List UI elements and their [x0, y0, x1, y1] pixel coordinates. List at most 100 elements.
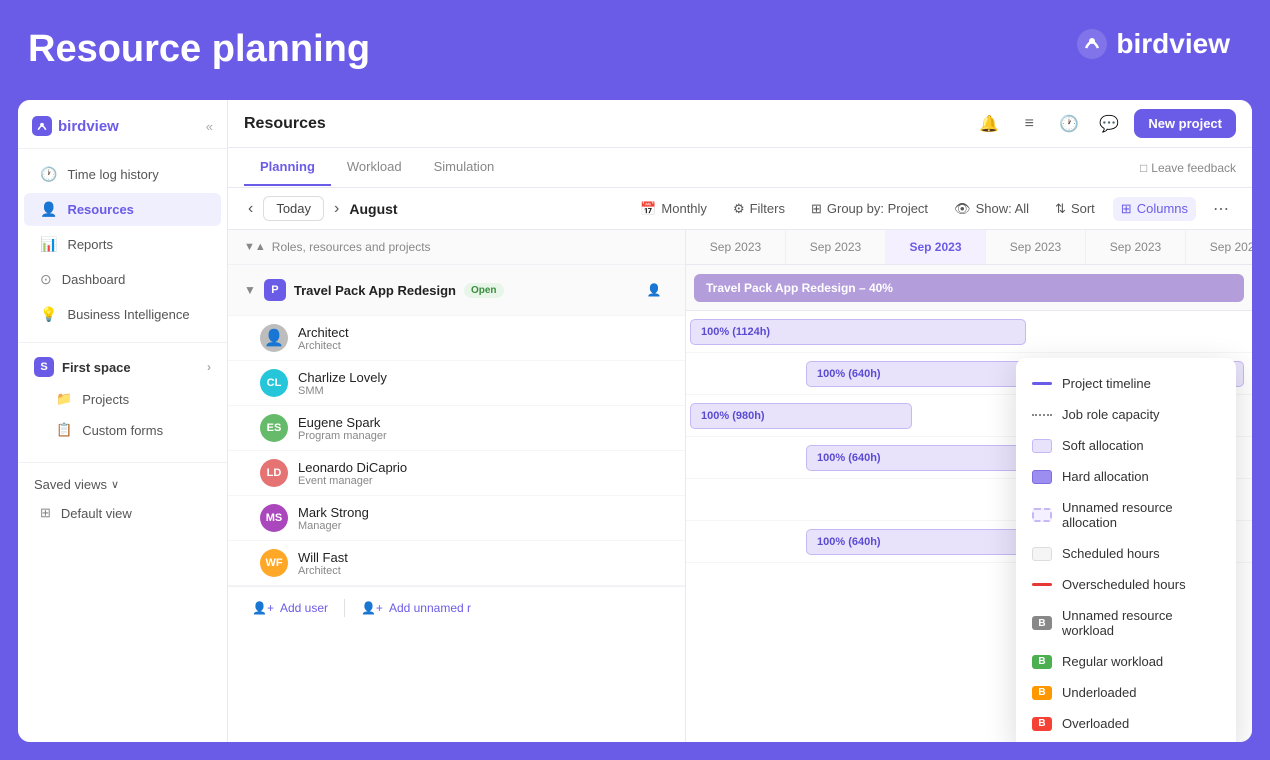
- project-row[interactable]: ▼ P Travel Pack App Redesign Open 👤: [228, 265, 685, 316]
- filter-icon: ⚙: [733, 201, 745, 217]
- project-status-badge: Open: [464, 283, 504, 298]
- es-bar-label: 100% (980h): [701, 410, 765, 422]
- arch-bar-label: 100% (1124h): [701, 326, 770, 338]
- resource-role-ld: Event manager: [298, 475, 669, 487]
- clock-btn[interactable]: 🕐: [1054, 109, 1084, 139]
- tabs-bar: Planning Workload Simulation □ Leave fee…: [228, 148, 1252, 188]
- add-unnamed-btn[interactable]: 👤+ Add unnamed r: [353, 597, 479, 619]
- project-bar-label: Travel Pack App Redesign – 40%: [706, 281, 893, 295]
- projects-icon: 📁: [56, 391, 72, 407]
- sidebar-item-projects[interactable]: 📁 Projects: [24, 384, 221, 414]
- top-right-logo: birdview: [1076, 28, 1230, 60]
- avatar-cl: CL: [260, 369, 288, 397]
- job-role-capacity-legend-icon: [1032, 414, 1052, 416]
- columns-btn[interactable]: ⊞ Columns: [1113, 197, 1196, 221]
- sidebar-item-custom-forms[interactable]: 📋 Custom forms: [24, 415, 221, 445]
- prev-btn[interactable]: ‹: [244, 196, 257, 222]
- resource-row-ms[interactable]: MS Mark Strong Manager: [228, 496, 685, 541]
- top-bar: Resources 🔔 ≡ 🕐 💬 New project: [228, 100, 1252, 148]
- avatar-wf: WF: [260, 549, 288, 577]
- bi-icon: 💡: [40, 306, 57, 323]
- show-btn[interactable]: 👁 Show: All: [946, 197, 1037, 221]
- resource-row-ld[interactable]: LD Leonardo DiCaprio Event manager: [228, 451, 685, 496]
- dropdown-item-unnamed-resource-workload[interactable]: B Unnamed resource workload: [1016, 600, 1236, 646]
- resource-row-wf[interactable]: WF Will Fast Architect: [228, 541, 685, 586]
- new-project-button[interactable]: New project: [1134, 109, 1236, 138]
- resource-row-arch[interactable]: 👤 Architect Architect: [228, 316, 685, 361]
- next-btn[interactable]: ›: [330, 196, 343, 222]
- birdview-logo-text: birdview: [1116, 28, 1230, 60]
- dropdown-item-job-role-capacity[interactable]: Job role capacity: [1016, 399, 1236, 430]
- sidebar-collapse-btn[interactable]: «: [206, 119, 213, 134]
- sidebar: birdview « 🕐 Time log history 👤 Resource…: [18, 100, 228, 742]
- resource-role-wf: Architect: [298, 565, 669, 577]
- sidebar-item-resources[interactable]: 👤 Resources: [24, 193, 221, 226]
- birdview-logo-icon: [1076, 28, 1108, 60]
- more-options-btn[interactable]: ⋯: [1206, 194, 1236, 224]
- content-area: ▼▲ Roles, resources and projects ▼ P Tra…: [228, 230, 1252, 742]
- project-icon: P: [264, 279, 286, 301]
- cl-bar-label: 100% (640h): [817, 368, 881, 380]
- avatar-arch: 👤: [260, 324, 288, 352]
- expand-icon: ▼▲: [244, 241, 266, 253]
- dropdown-item-overscheduled-hours[interactable]: Overscheduled hours: [1016, 569, 1236, 600]
- resource-info-cl: Charlize Lovely SMM: [298, 370, 669, 397]
- arch-bar[interactable]: 100% (1124h): [690, 319, 1026, 345]
- dropdown-item-overscheduled-hours-label: Overscheduled hours: [1062, 577, 1220, 592]
- sidebar-item-time-log-label: Time log history: [67, 167, 158, 182]
- filters-label: Filters: [750, 201, 785, 216]
- sidebar-item-reports[interactable]: 📊 Reports: [24, 228, 221, 261]
- resource-row-es[interactable]: ES Eugene Spark Program manager: [228, 406, 685, 451]
- default-view-label: Default view: [61, 506, 132, 521]
- dropdown-item-unnamed-resource-allocation[interactable]: Unnamed resource allocation: [1016, 492, 1236, 538]
- tab-simulation[interactable]: Simulation: [418, 149, 511, 186]
- filters-btn[interactable]: ⚙ Filters: [725, 197, 793, 221]
- dropdown-item-overloaded-label: Overloaded: [1062, 716, 1220, 731]
- resource-name-cl: Charlize Lovely: [298, 370, 669, 385]
- sort-icon: ⇅: [1055, 201, 1066, 217]
- tab-planning[interactable]: Planning: [244, 149, 331, 186]
- sidebar-first-space[interactable]: S First space ›: [18, 351, 227, 383]
- menu-btn[interactable]: ≡: [1014, 109, 1044, 139]
- calendar-icon: 📅: [640, 201, 656, 217]
- notification-btn[interactable]: 🔔: [974, 109, 1004, 139]
- dropdown-item-underloaded[interactable]: B Underloaded: [1016, 677, 1236, 708]
- app-window: birdview « 🕐 Time log history 👤 Resource…: [18, 100, 1252, 742]
- sidebar-item-dashboard[interactable]: ⊙ Dashboard: [24, 263, 221, 296]
- group-by-btn[interactable]: ⊞ Group by: Project: [803, 197, 936, 221]
- today-button[interactable]: Today: [263, 196, 324, 221]
- monthly-view-btn[interactable]: 📅 Monthly: [632, 197, 715, 221]
- topbar-actions: 🔔 ≡ 🕐 💬 New project: [974, 109, 1236, 139]
- toolbar-nav: ‹ Today › August: [244, 196, 398, 222]
- leave-feedback-btn[interactable]: □ Leave feedback: [1140, 161, 1236, 175]
- soft-allocation-legend-icon: [1032, 439, 1052, 453]
- main-content: Resources 🔔 ≡ 🕐 💬 New project Planning W…: [228, 100, 1252, 742]
- sidebar-default-view[interactable]: ⊞ Default view: [34, 498, 211, 528]
- saved-views-header[interactable]: Saved views ∨: [34, 471, 211, 498]
- project-add-user-btn[interactable]: 👤: [639, 275, 669, 305]
- sort-btn[interactable]: ⇅ Sort: [1047, 197, 1103, 221]
- dropdown-item-regular-workload[interactable]: B Regular workload: [1016, 646, 1236, 677]
- resource-info-arch: Architect Architect: [298, 325, 669, 352]
- unnamed-resource-workload-legend-icon: B: [1032, 616, 1052, 630]
- chat-btn[interactable]: 💬: [1094, 109, 1124, 139]
- es-bar[interactable]: 100% (980h): [690, 403, 912, 429]
- sidebar-item-time-log[interactable]: 🕐 Time log history: [24, 158, 221, 191]
- dropdown-item-scheduled-hours[interactable]: Scheduled hours: [1016, 538, 1236, 569]
- resource-role-cl: SMM: [298, 385, 669, 397]
- dropdown-item-hard-allocation[interactable]: Hard allocation: [1016, 461, 1236, 492]
- tab-workload[interactable]: Workload: [331, 149, 418, 186]
- resource-list-header-label: Roles, resources and projects: [272, 240, 431, 254]
- dropdown-item-project-timeline[interactable]: Project timeline: [1016, 368, 1236, 399]
- project-bar[interactable]: Travel Pack App Redesign – 40%: [694, 274, 1244, 302]
- resource-name-ms: Mark Strong: [298, 505, 669, 520]
- dropdown-item-soft-allocation[interactable]: Soft allocation: [1016, 430, 1236, 461]
- dropdown-item-scheduled-hours-label: Scheduled hours: [1062, 546, 1220, 561]
- sidebar-item-bi[interactable]: 💡 Business Intelligence: [24, 298, 221, 331]
- projects-label: Projects: [82, 392, 129, 407]
- saved-views-label: Saved views: [34, 477, 107, 492]
- dropdown-item-overloaded[interactable]: B Overloaded: [1016, 708, 1236, 739]
- add-user-btn[interactable]: 👤+ Add user: [244, 597, 336, 619]
- resource-row-cl[interactable]: CL Charlize Lovely SMM: [228, 361, 685, 406]
- dashboard-icon: ⊙: [40, 271, 52, 288]
